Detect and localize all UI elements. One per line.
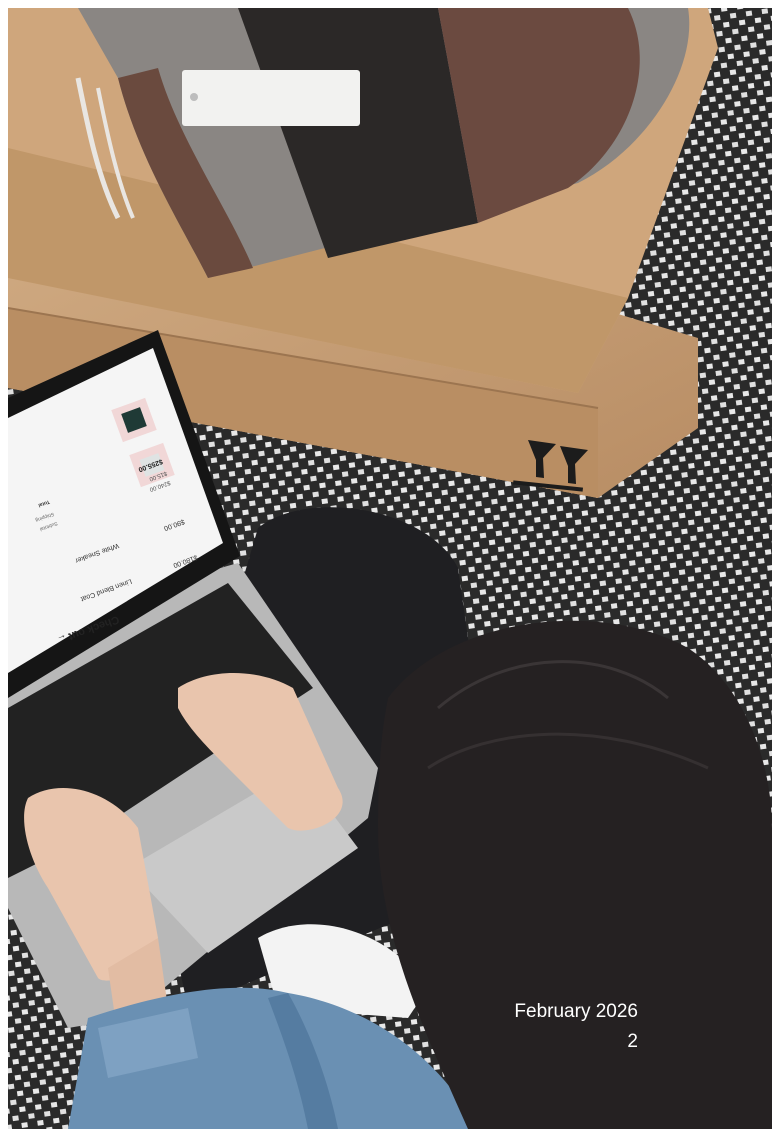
page-number: 2 xyxy=(627,1031,638,1052)
price-tag xyxy=(182,70,360,126)
hair xyxy=(378,620,772,1129)
footer-date: February 2026 xyxy=(514,1001,638,1022)
background-photo: ← Check out Linen Blend Coat $180.00 Whi… xyxy=(8,8,772,1129)
slide-margin-left xyxy=(0,0,8,760)
slide-margin-top xyxy=(0,0,772,8)
